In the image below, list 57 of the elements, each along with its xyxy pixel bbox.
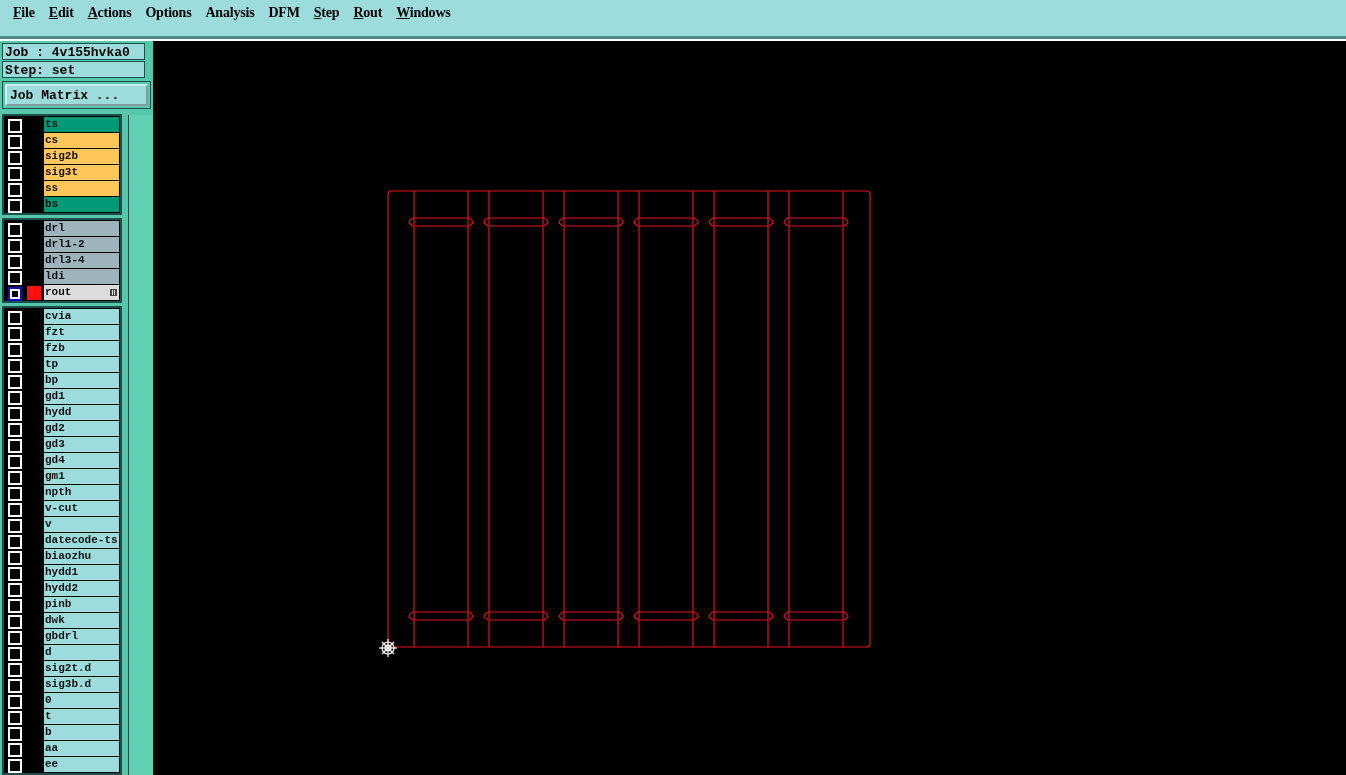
layer-name[interactable]: pinb [44,597,119,612]
layer-name[interactable]: ee [44,757,119,772]
menu-item[interactable]: Step [306,0,347,25]
layer-name[interactable]: fzb [44,341,119,356]
layer-name[interactable]: gbdrl [44,629,119,644]
layer-name[interactable]: gm1 [44,469,119,484]
layer-name[interactable]: cvia [44,309,119,324]
layer-name[interactable]: drl3-4 [44,253,119,268]
scrollbar[interactable] [128,115,153,775]
layer-name[interactable]: aa [44,741,119,756]
layer-name[interactable]: drl1-2 [44,237,119,252]
menu-item[interactable]: Options [138,0,199,25]
layer-name[interactable]: bs [44,197,119,212]
layer-name[interactable]: sig3t [44,165,119,180]
job-label: Job : 4v155hvka0 [2,43,145,60]
layer-name[interactable]: sig3b.d [44,677,119,692]
layer-name[interactable]: npth [44,485,119,500]
layer-name[interactable]: gd4 [44,453,119,468]
layer-name[interactable]: 0 [44,693,119,708]
menu-item[interactable]: Windows [389,0,458,25]
layer-name[interactable]: biaozhu [44,549,119,564]
work-layer-marker [27,286,41,300]
layer-name[interactable]: ts [44,117,119,132]
layer-name[interactable]: v-cut [44,501,119,516]
layer-name[interactable]: b [44,725,119,740]
checkbox[interactable] [8,287,22,301]
grid-icon [110,289,117,296]
origin-icon [378,638,398,658]
layer-name[interactable]: rout [44,285,119,300]
menu-item[interactable]: Analysis [198,0,262,25]
layer-name[interactable]: tp [44,357,119,372]
layer-name[interactable]: gd2 [44,421,119,436]
layer-name[interactable]: hydd [44,405,119,420]
layer-name[interactable]: ldi [44,269,119,284]
menu-item[interactable]: Edit [41,0,81,25]
job-matrix-button[interactable]: Job Matrix ... [5,84,148,106]
layer-name[interactable]: fzt [44,325,119,340]
layer-name[interactable]: bp [44,373,119,388]
layer-name[interactable]: hydd1 [44,565,119,580]
layer-name[interactable]: datecode-ts [44,533,119,548]
layer-name[interactable]: hydd2 [44,581,119,596]
layer-name[interactable]: t [44,709,119,724]
layer-name[interactable]: sig2b [44,149,119,164]
menu-item[interactable]: Actions [80,0,139,25]
layer-name[interactable]: dwk [44,613,119,628]
layer-name[interactable]: gd1 [44,389,119,404]
layer-name[interactable]: cs [44,133,119,148]
menu-item[interactable]: DFM [261,0,307,25]
layer-name[interactable]: ss [44,181,119,196]
layer-name[interactable]: sig2t.d [44,661,119,676]
menu-item[interactable]: Rout [346,0,390,25]
menu-item[interactable]: File [6,0,42,25]
step-label: Step: set [2,61,145,78]
layer-name[interactable]: d [44,645,119,660]
layer-name[interactable]: gd3 [44,437,119,452]
layer-name[interactable]: v [44,517,119,532]
layer-name[interactable]: drl [44,221,119,236]
